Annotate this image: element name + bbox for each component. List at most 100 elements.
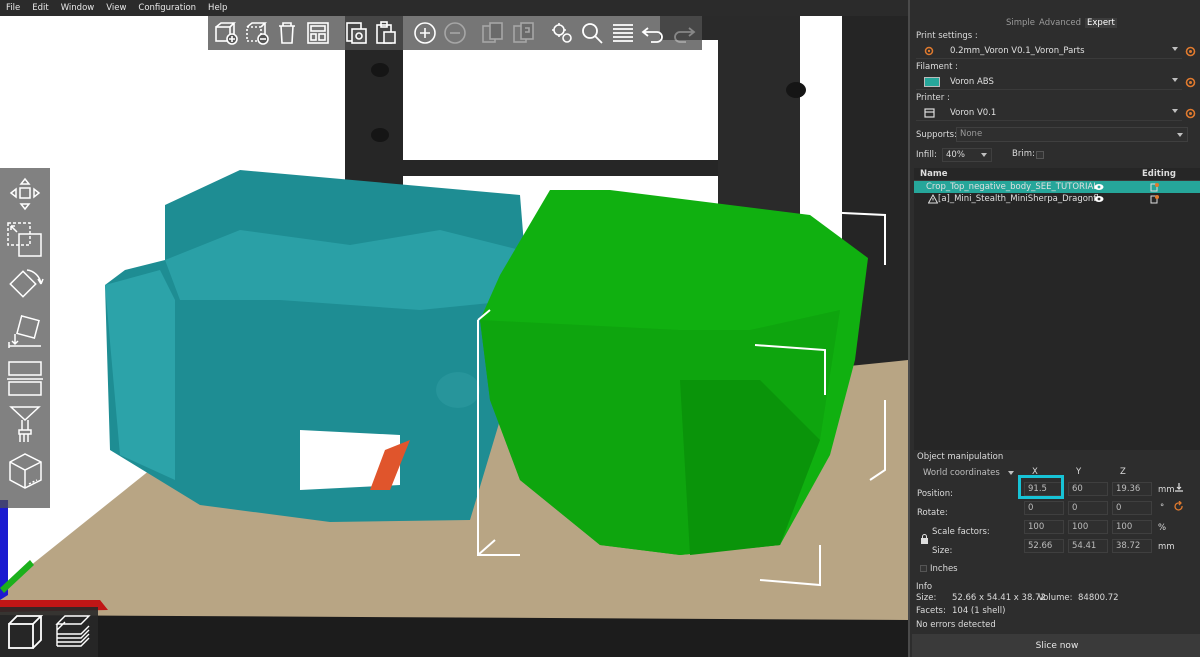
add-icon[interactable] [212, 18, 240, 48]
preview-layers-icon[interactable] [52, 611, 94, 653]
scale-icon[interactable] [3, 220, 47, 260]
mode-expert[interactable]: Expert [1085, 18, 1117, 28]
3d-viewport[interactable] [0, 0, 908, 657]
coordinate-system-select[interactable]: World coordinates [918, 466, 1014, 480]
mode-switch: Simple Advanced Expert [1006, 18, 1117, 28]
rotate-x-input[interactable]: 0 [1024, 501, 1064, 515]
list-item[interactable]: [a]_Mini_Stealth_MiniSherpa_Dragonfl [914, 193, 1200, 205]
3d-view-icon[interactable] [4, 611, 46, 653]
delete-all-icon[interactable] [273, 18, 301, 48]
edit-settings-icon[interactable] [1150, 194, 1160, 204]
split-parts-icon[interactable] [509, 18, 537, 48]
mode-simple[interactable]: Simple [1006, 18, 1035, 28]
redo-icon[interactable] [670, 18, 698, 48]
printer-select[interactable]: Voron V0.1 [916, 105, 1182, 121]
remove-instance-icon[interactable] [441, 18, 469, 48]
chevron-down-icon [1172, 109, 1178, 113]
menu-help[interactable]: Help [208, 3, 227, 13]
object-name: Crop_Top_negative_body_SEE_TUTORIAL [926, 182, 1099, 192]
size-y-input[interactable]: 54.41 [1068, 539, 1108, 553]
sidebar-panel: Simple Advanced Expert Print settings : … [908, 0, 1200, 657]
size-label: Size: [932, 546, 953, 556]
scale-y-input[interactable]: 100 [1068, 520, 1108, 534]
rotate-y-input[interactable]: 0 [1068, 501, 1108, 515]
menu-file[interactable]: File [6, 3, 20, 13]
menu-bar: File Edit Window View Configuration Help [0, 0, 908, 16]
position-label: Position: [917, 489, 953, 499]
rotate-unit: ° [1160, 503, 1165, 513]
mode-advanced[interactable]: Advanced [1039, 18, 1081, 28]
gear-icon[interactable] [1185, 46, 1196, 57]
delete-icon[interactable] [242, 18, 270, 48]
chevron-down-icon [1172, 78, 1178, 82]
info-errors: No errors detected [916, 620, 996, 630]
info-volume-value: 84800.72 [1078, 593, 1119, 603]
undo-icon[interactable] [639, 18, 667, 48]
chevron-down-icon [1008, 471, 1014, 475]
menu-edit[interactable]: Edit [32, 3, 48, 13]
cube-icon[interactable] [3, 450, 47, 490]
menu-window[interactable]: Window [61, 3, 95, 13]
infill-row: Infill: 40% Brim: [916, 148, 1044, 162]
chevron-down-icon [1177, 133, 1183, 137]
object-list: Name Editing Crop_Top_negative_body_SEE_… [914, 168, 1200, 450]
place-on-face-icon[interactable] [3, 312, 47, 352]
gear-icon[interactable] [1185, 108, 1196, 119]
inches-checkbox[interactable] [920, 565, 927, 572]
rotate-z-input[interactable]: 0 [1112, 501, 1152, 515]
paint-supports-icon[interactable] [3, 404, 47, 444]
object-manipulation-title: Object manipulation [917, 452, 1004, 462]
layers-editing-icon[interactable] [548, 18, 576, 48]
drop-to-bed-icon[interactable] [1174, 482, 1184, 492]
search-icon[interactable] [578, 18, 606, 48]
split-objects-icon[interactable] [479, 18, 507, 48]
size-z-input[interactable]: 38.72 [1112, 539, 1152, 553]
rotate-label: Rotate: [917, 508, 948, 518]
column-editing: Editing [1142, 169, 1176, 179]
eye-icon[interactable] [1094, 183, 1104, 191]
infill-select[interactable]: 40% [942, 148, 992, 162]
eye-icon[interactable] [1094, 195, 1104, 203]
list-item[interactable]: Crop_Top_negative_body_SEE_TUTORIAL [914, 181, 1200, 193]
filament-value: Voron ABS [950, 76, 994, 87]
move-icon[interactable] [3, 174, 47, 214]
paste-icon[interactable] [372, 18, 400, 48]
gear-icon[interactable] [1185, 77, 1196, 88]
printer-label: Printer : [916, 93, 950, 103]
menu-configuration[interactable]: Configuration [138, 3, 196, 13]
gizmo-toolbar [0, 168, 50, 508]
size-x-input[interactable]: 52.66 [1024, 539, 1064, 553]
layers-icon[interactable] [609, 18, 637, 48]
coordinate-system-value: World coordinates [923, 468, 1000, 478]
copy-icon[interactable] [342, 18, 370, 48]
scale-x-input[interactable]: 100 [1024, 520, 1064, 534]
slice-now-button[interactable]: Slice now [912, 634, 1200, 657]
print-settings-icon [924, 46, 934, 56]
rotate-icon[interactable] [3, 266, 47, 306]
reset-rotation-icon[interactable] [1174, 501, 1184, 512]
brim-checkbox[interactable] [1036, 151, 1044, 159]
size-unit: mm [1158, 542, 1175, 552]
cut-icon[interactable] [3, 358, 47, 398]
infill-label: Infill: [916, 150, 937, 160]
column-name: Name [920, 169, 948, 179]
position-x-highlight [1018, 475, 1064, 499]
edit-settings-icon[interactable] [1150, 182, 1160, 192]
print-settings-select[interactable]: 0.2mm_Voron V0.1_Voron_Parts [916, 43, 1182, 59]
add-instance-icon[interactable] [410, 18, 438, 48]
brim-label: Brim: [1012, 149, 1035, 159]
filament-select[interactable]: Voron ABS [916, 74, 1182, 90]
arrange-icon[interactable] [303, 18, 331, 48]
position-z-input[interactable]: 19.36 [1112, 482, 1152, 496]
position-y-input[interactable]: 60 [1068, 482, 1108, 496]
supports-select[interactable]: None [956, 127, 1188, 142]
infill-value: 40% [946, 150, 965, 160]
print-settings-value: 0.2mm_Voron V0.1_Voron_Parts [950, 45, 1085, 56]
lock-icon[interactable] [920, 534, 929, 544]
info-size-label: Size: [916, 593, 937, 603]
scale-z-input[interactable]: 100 [1112, 520, 1152, 534]
info-facets-label: Facets: [916, 606, 946, 616]
axis-z-label: Z [1120, 467, 1126, 477]
filament-color-swatch [924, 77, 940, 87]
menu-view[interactable]: View [106, 3, 126, 13]
